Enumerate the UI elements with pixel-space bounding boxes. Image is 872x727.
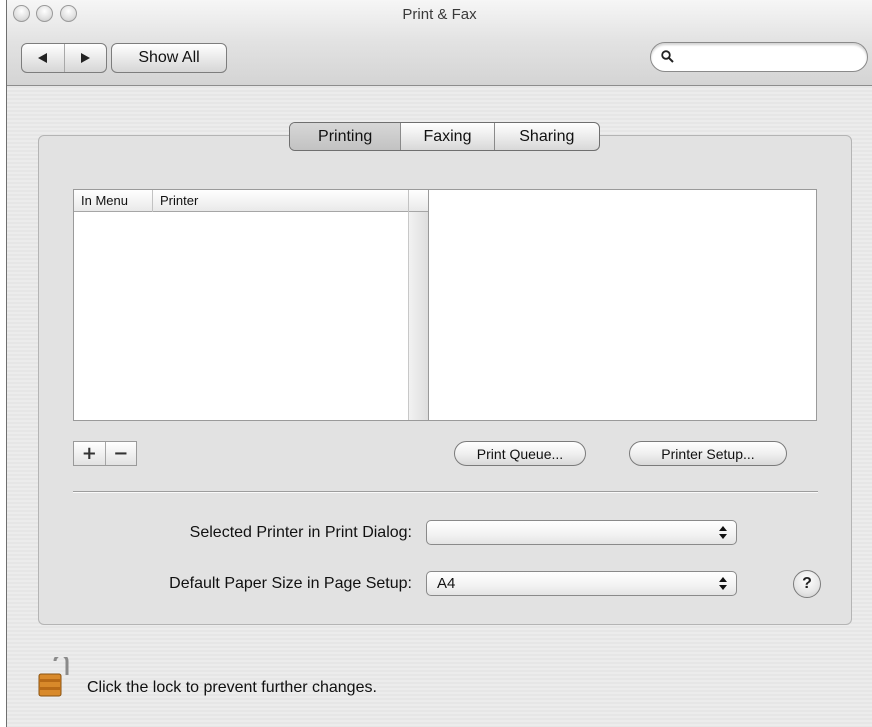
section-divider: [73, 491, 818, 493]
printer-list-header: In Menu Printer: [74, 190, 428, 212]
lock-message: Click the lock to prevent further change…: [87, 679, 377, 696]
add-printer-button[interactable]: +: [74, 442, 105, 465]
right-arrow-icon: [80, 53, 90, 63]
print-queue-button[interactable]: Print Queue...: [454, 441, 586, 466]
printer-list[interactable]: In Menu Printer: [73, 189, 429, 421]
back-button[interactable]: [22, 44, 64, 72]
column-header-in-menu[interactable]: In Menu: [81, 193, 128, 208]
window-title: Print & Fax: [402, 6, 477, 23]
add-remove-control: + −: [73, 441, 137, 466]
popup-arrows-icon: [716, 524, 730, 542]
help-button[interactable]: ?: [793, 570, 821, 598]
printer-detail-pane: [428, 189, 817, 421]
search-icon: [661, 50, 674, 63]
column-header-printer[interactable]: Printer: [160, 193, 198, 208]
lock-icon[interactable]: [37, 657, 73, 699]
popup-arrows-icon: [716, 575, 730, 593]
toolbar: Print & Fax Show All: [7, 0, 872, 86]
search-input[interactable]: [679, 47, 859, 67]
tab-sharing[interactable]: Sharing: [493, 123, 599, 150]
show-all-button[interactable]: Show All: [111, 43, 227, 73]
printer-list-scrollbar[interactable]: [408, 212, 428, 420]
column-divider: [408, 190, 409, 212]
paper-size-popup[interactable]: A4: [426, 571, 737, 596]
search-field[interactable]: [650, 42, 868, 72]
print-fax-window: Print & Fax Show All Printing Faxing Sha…: [6, 0, 872, 727]
paper-size-value: A4: [437, 575, 456, 592]
selected-printer-label: Selected Printer in Print Dialog:: [189, 524, 412, 541]
selected-printer-popup[interactable]: [426, 520, 737, 545]
back-forward-control: [21, 43, 107, 73]
column-divider: [152, 190, 153, 212]
printer-setup-button[interactable]: Printer Setup...: [629, 441, 787, 466]
remove-printer-button[interactable]: −: [104, 442, 137, 465]
tab-faxing[interactable]: Faxing: [400, 123, 493, 150]
paper-size-label: Default Paper Size in Page Setup:: [169, 575, 412, 592]
tab-bar: Printing Faxing Sharing: [289, 122, 600, 151]
forward-button[interactable]: [63, 44, 107, 72]
tab-printing[interactable]: Printing: [290, 123, 401, 150]
left-arrow-icon: [38, 53, 48, 63]
